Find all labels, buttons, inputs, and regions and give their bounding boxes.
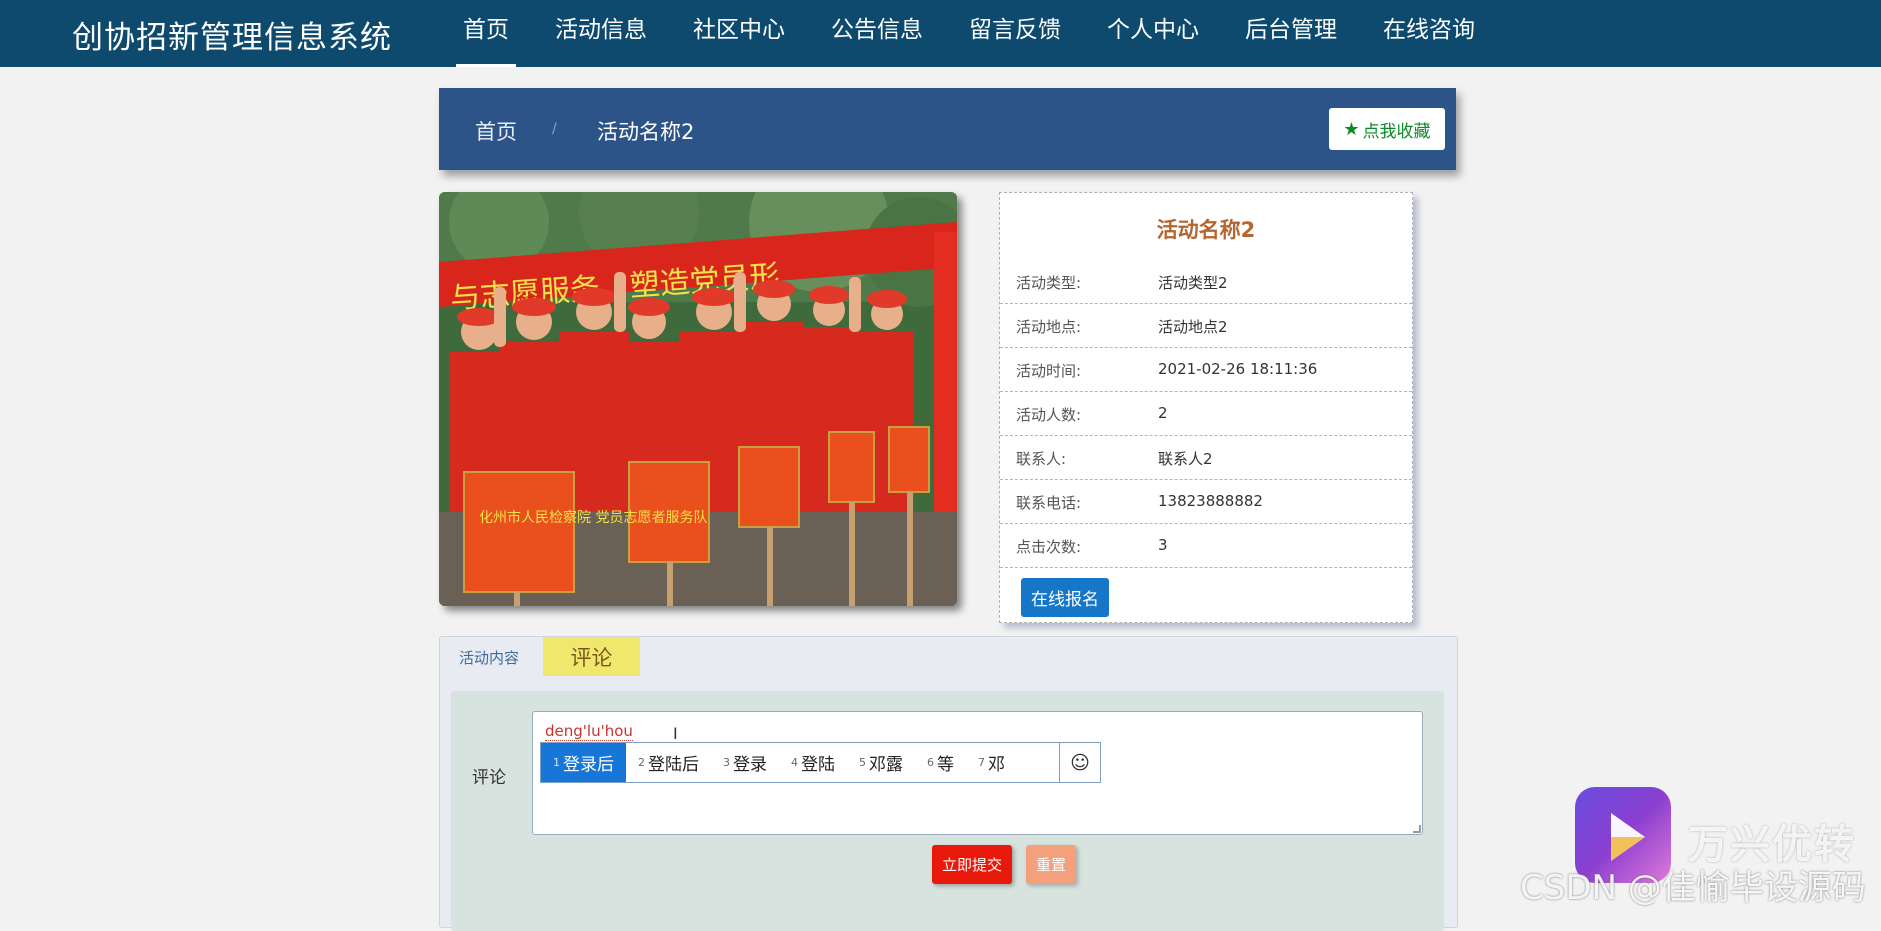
ime-candidate[interactable]: 6等 <box>915 743 966 782</box>
top-navbar: 创协招新管理信息系统 首页 活动信息 社区中心 公告信息 留言反馈 个人中心 后… <box>0 0 1881 67</box>
comment-label: 评论 <box>472 768 506 788</box>
info-row-contact: 联系人: 联系人2 <box>1000 435 1412 480</box>
nav-home[interactable]: 首页 <box>440 0 532 67</box>
favorite-button-label: 点我收藏 <box>1362 121 1431 142</box>
nav-announcements[interactable]: 公告信息 <box>808 0 946 67</box>
signup-button[interactable]: 在线报名 <box>1021 578 1109 617</box>
info-key: 活动人数: <box>1016 406 1082 424</box>
activity-photo: 与志愿服务，塑造党员形 <box>439 192 957 606</box>
ime-candidate[interactable]: 3 登录 <box>711 743 779 782</box>
info-row-type: 活动类型: 活动类型2 <box>1000 259 1412 304</box>
info-value: 2 <box>1158 404 1168 422</box>
star-icon: ★ <box>1343 118 1360 140</box>
info-key: 联系人: <box>1016 450 1067 468</box>
tab-activity-content[interactable]: 活动内容 <box>459 647 519 668</box>
breadcrumb: 首页 / 活动名称2 ★ 点我收藏 <box>439 88 1456 170</box>
reset-button[interactable]: 重置 <box>1026 845 1076 884</box>
info-value: 3 <box>1158 536 1168 554</box>
ime-candidate-bar: 1 登录后 2 登陆后 3 登录 4 登陆 5 邓露 6等 7邓 ☺ <box>540 742 1101 783</box>
info-row-location: 活动地点: 活动地点2 <box>1000 303 1412 348</box>
nav-admin[interactable]: 后台管理 <box>1222 0 1360 67</box>
info-key: 活动地点: <box>1016 318 1082 336</box>
breadcrumb-current: 活动名称2 <box>597 120 695 144</box>
info-value: 2021-02-26 18:11:36 <box>1158 360 1318 378</box>
info-value: 13823888882 <box>1158 492 1263 510</box>
info-key: 联系电话: <box>1016 494 1082 512</box>
resize-handle[interactable] <box>1413 825 1421 833</box>
nav-profile[interactable]: 个人中心 <box>1084 0 1222 67</box>
nav-feedback[interactable]: 留言反馈 <box>946 0 1084 67</box>
submit-button[interactable]: 立即提交 <box>932 845 1012 884</box>
nav-consult[interactable]: 在线咨询 <box>1360 0 1498 67</box>
nav-activities[interactable]: 活动信息 <box>532 0 670 67</box>
info-key: 活动时间: <box>1016 362 1082 380</box>
info-value: 联系人2 <box>1158 450 1213 468</box>
main-nav: 首页 活动信息 社区中心 公告信息 留言反馈 个人中心 后台管理 在线咨询 <box>440 0 1498 67</box>
watermark-csdn: CSDN @佳愉毕设源码 <box>1520 868 1866 908</box>
info-row-clicks: 点击次数: 3 <box>1000 523 1412 568</box>
breadcrumb-separator: / <box>552 121 557 137</box>
emoji-icon[interactable]: ☺ <box>1059 743 1100 782</box>
sign-text: 化州市人民检察院 党员志愿者服务队 <box>479 509 707 526</box>
composition-text: deng'lu'hou <box>545 722 633 741</box>
info-value: 活动类型2 <box>1158 274 1228 292</box>
favorite-button[interactable]: ★ 点我收藏 <box>1329 108 1445 150</box>
activity-info-panel: 活动名称2 活动类型: 活动类型2 活动地点: 活动地点2 活动时间: 2021… <box>999 192 1413 623</box>
ime-candidate[interactable]: 7邓 <box>966 743 1017 782</box>
info-row-phone: 联系电话: 13823888882 <box>1000 479 1412 524</box>
info-key: 活动类型: <box>1016 274 1082 292</box>
activity-title: 活动名称2 <box>1156 218 1256 242</box>
ime-candidate[interactable]: 5 邓露 <box>847 743 915 782</box>
comment-form: 评论 deng'lu'hou I <box>451 691 1444 931</box>
info-value: 活动地点2 <box>1158 318 1228 336</box>
ime-candidate[interactable]: 2 登陆后 <box>626 743 711 782</box>
activity-photo-illustration: 与志愿服务，塑造党员形 <box>439 192 957 606</box>
nav-community[interactable]: 社区中心 <box>670 0 808 67</box>
info-row-count: 活动人数: 2 <box>1000 391 1412 436</box>
tab-comment[interactable]: 评论 <box>543 637 640 676</box>
breadcrumb-home[interactable]: 首页 <box>475 116 517 146</box>
info-row-time: 活动时间: 2021-02-26 18:11:36 <box>1000 347 1412 392</box>
app-title: 创协招新管理信息系统 <box>72 20 392 56</box>
info-key: 点击次数: <box>1016 538 1082 556</box>
ime-candidate[interactable]: 1 登录后 <box>541 743 626 782</box>
ime-candidate[interactable]: 4 登陆 <box>779 743 847 782</box>
text-cursor-icon: I <box>673 724 678 743</box>
